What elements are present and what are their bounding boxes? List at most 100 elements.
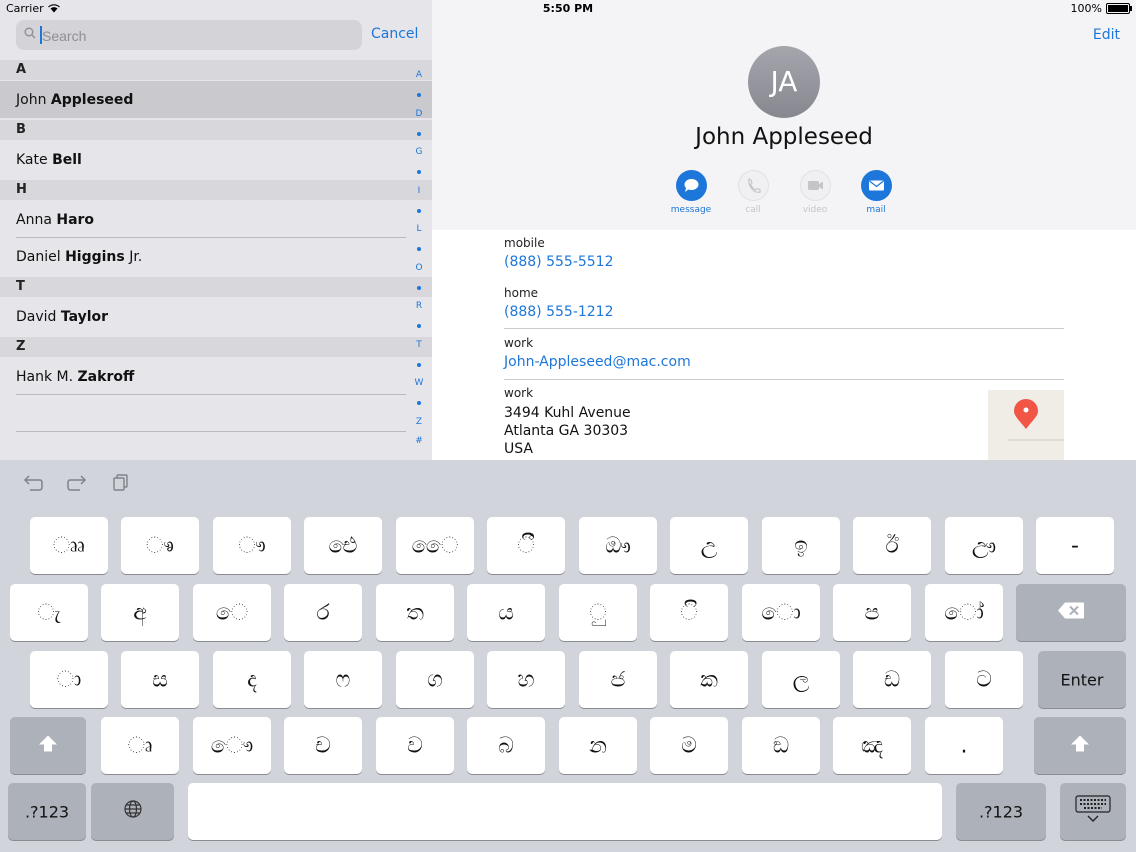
mail-icon[interactable] — [860, 170, 892, 201]
key-r1-8[interactable]: උ — [670, 517, 748, 574]
key-r2-9[interactable]: ො — [742, 584, 820, 641]
index-dot[interactable] — [417, 170, 421, 174]
key-r4-8[interactable]: ඞ — [742, 717, 820, 774]
section-index[interactable]: A D G I L O R T W Z # — [410, 70, 428, 450]
index-dot[interactable] — [417, 286, 421, 290]
search-bar[interactable] — [16, 20, 362, 50]
index-dot[interactable] — [417, 247, 421, 251]
key-r2-8[interactable]: ි — [650, 584, 728, 641]
search-input[interactable] — [40, 25, 354, 47]
index-letter-r[interactable]: R — [410, 301, 428, 311]
key-hyphen[interactable]: - — [1036, 517, 1114, 574]
index-letter-z[interactable]: Z — [410, 417, 428, 427]
key-r2-4[interactable]: ර — [284, 584, 362, 641]
key-r2-2[interactable]: අ — [101, 584, 179, 641]
index-letter-w[interactable]: W — [410, 378, 428, 388]
key-r3-2[interactable]: ස — [121, 651, 199, 708]
key-r3-1[interactable]: ා — [30, 651, 108, 708]
key-r3-10[interactable]: ඩ — [853, 651, 931, 708]
index-dot[interactable] — [417, 132, 421, 136]
key-r3-6[interactable]: හ — [487, 651, 565, 708]
key-r3-8[interactable]: ක — [670, 651, 748, 708]
key-r2-3[interactable]: ෙ — [193, 584, 271, 641]
key-r1-1[interactable]: ෲ — [30, 517, 108, 574]
address-street[interactable]: 3494 Kuhl Avenue — [504, 405, 631, 421]
index-letter-o[interactable]: O — [410, 263, 428, 273]
key-r4-7[interactable]: ම — [650, 717, 728, 774]
contact-row-daniel-higgins[interactable]: Daniel Higgins Jr. — [0, 238, 432, 275]
key-r1-10[interactable]: ඊ — [853, 517, 931, 574]
key-r3-3[interactable]: ද — [213, 651, 291, 708]
index-letter-hash[interactable]: # — [410, 436, 428, 446]
edit-button[interactable]: Edit — [1093, 27, 1120, 43]
key-r3-5[interactable]: ග — [396, 651, 474, 708]
backspace-key[interactable] — [1016, 584, 1126, 641]
contact-row-john-appleseed[interactable]: John Appleseed — [0, 81, 432, 118]
index-letter-t[interactable]: T — [410, 340, 428, 350]
key-r1-7[interactable]: ඖ — [579, 517, 657, 574]
index-letter-g[interactable]: G — [410, 147, 428, 157]
index-dot[interactable] — [417, 209, 421, 213]
undo-icon[interactable] — [22, 472, 44, 497]
contact-row-hank-zakroff[interactable]: Hank M. Zakroff — [0, 358, 432, 395]
shift-key-right[interactable] — [1034, 717, 1126, 774]
space-bar[interactable] — [188, 783, 942, 840]
contact-row-kate-bell[interactable]: Kate Bell — [0, 141, 432, 178]
key-r3-11[interactable]: ට — [945, 651, 1023, 708]
redo-icon[interactable] — [66, 472, 88, 497]
key-r2-10[interactable]: ප — [833, 584, 911, 641]
contact-row-anna-haro[interactable]: Anna Haro — [0, 201, 432, 238]
key-r4-4[interactable]: ව — [376, 717, 454, 774]
key-r1-5[interactable]: ෛ — [396, 517, 474, 574]
address-map-thumbnail[interactable] — [988, 390, 1064, 460]
email-link[interactable]: John-Appleseed@mac.com — [504, 354, 691, 370]
key-r1-6[interactable]: ී — [487, 517, 565, 574]
key-r2-6[interactable]: ය — [467, 584, 545, 641]
globe-key[interactable] — [91, 783, 174, 840]
key-r3-4[interactable]: ෆ — [304, 651, 382, 708]
address-city[interactable]: Atlanta GA 30303 — [504, 423, 628, 439]
home-number-link[interactable]: (888) 555-1212 — [504, 304, 614, 320]
shift-icon — [10, 733, 86, 758]
paste-icon[interactable] — [112, 472, 130, 497]
index-dot[interactable] — [417, 401, 421, 405]
numbers-key-left[interactable]: .?123 — [8, 783, 86, 840]
key-r1-9[interactable]: ඉ — [762, 517, 840, 574]
index-dot[interactable] — [417, 363, 421, 367]
index-letter-d[interactable]: D — [410, 109, 428, 119]
key-r1-11[interactable]: ඌ — [945, 517, 1023, 574]
key-r2-7[interactable]: ු — [559, 584, 637, 641]
index-letter-a[interactable]: A — [410, 70, 428, 80]
key-r1-4[interactable]: ඓ — [304, 517, 382, 574]
key-r4-2[interactable]: ෞ — [193, 717, 271, 774]
index-letter-l[interactable]: L — [410, 224, 428, 234]
key-r4-5[interactable]: බ — [467, 717, 545, 774]
shift-key-left[interactable] — [10, 717, 86, 774]
enter-key[interactable]: Enter — [1038, 651, 1126, 708]
key-r2-1[interactable]: ැ — [10, 584, 88, 641]
key-r4-9[interactable]: ඤ — [833, 717, 911, 774]
key-r2-5[interactable]: ත — [376, 584, 454, 641]
key-r3-9[interactable]: ල — [762, 651, 840, 708]
index-letter-i[interactable]: I — [410, 186, 428, 196]
key-r1-2[interactable]: ෳ — [121, 517, 199, 574]
key-r3-7[interactable]: ජ — [579, 651, 657, 708]
key-r2-11[interactable]: ෝ — [925, 584, 1003, 641]
index-dot[interactable] — [417, 324, 421, 328]
key-period[interactable]: . — [925, 717, 1003, 774]
index-dot[interactable] — [417, 93, 421, 97]
message-icon[interactable] — [675, 170, 707, 201]
key-r4-3[interactable]: ච — [284, 717, 362, 774]
key-r1-3[interactable]: ෟ — [213, 517, 291, 574]
mobile-number-link[interactable]: (888) 555-5512 — [504, 254, 614, 270]
cancel-button[interactable]: Cancel — [371, 26, 418, 42]
message-action[interactable]: message — [660, 170, 722, 215]
contact-row-david-taylor[interactable]: David Taylor — [0, 298, 432, 335]
dismiss-keyboard-key[interactable] — [1060, 783, 1126, 840]
mail-action[interactable]: mail — [845, 170, 907, 215]
action-label: message — [670, 205, 712, 215]
address-country[interactable]: USA — [504, 441, 533, 457]
key-r4-1[interactable]: ෘ — [101, 717, 179, 774]
key-r4-6[interactable]: න — [559, 717, 637, 774]
numbers-key-right[interactable]: .?123 — [956, 783, 1046, 840]
